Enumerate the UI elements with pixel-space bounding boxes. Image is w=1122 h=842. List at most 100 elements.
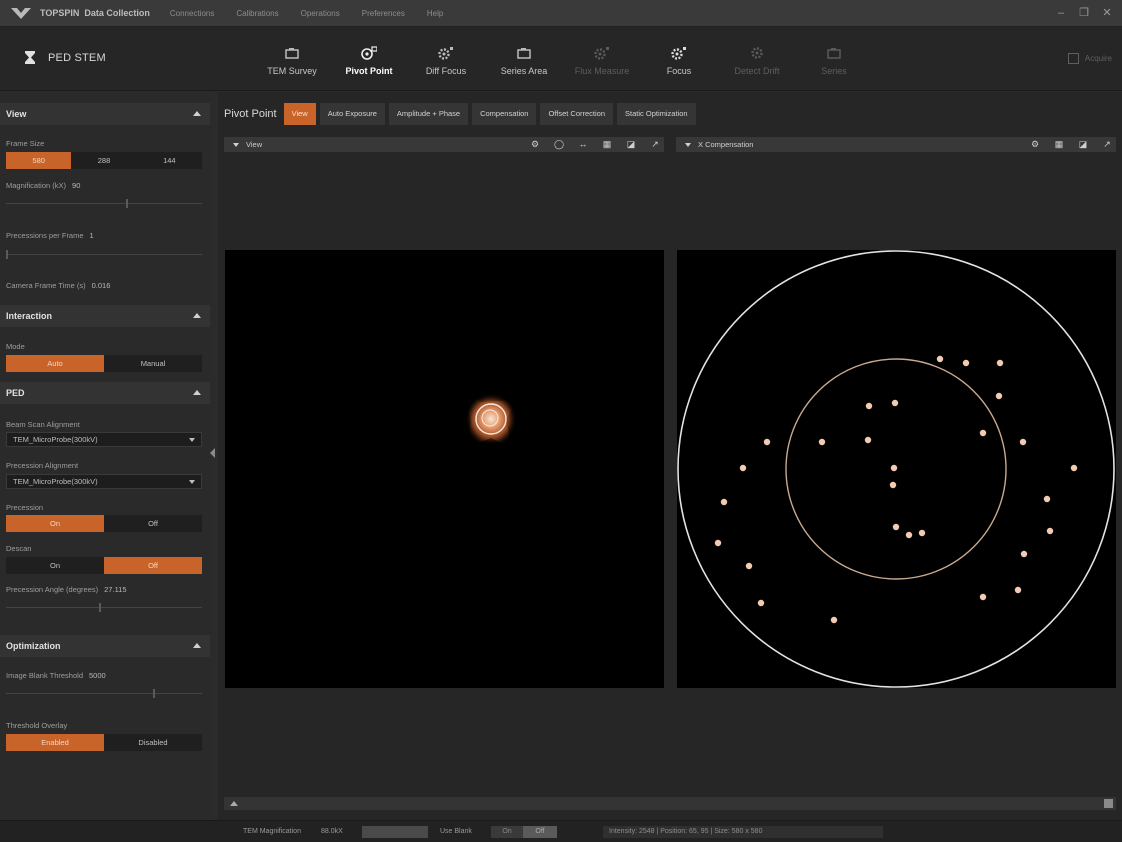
- frame-size-option-580[interactable]: 580: [6, 152, 72, 169]
- chevron-down-icon[interactable]: [233, 142, 239, 147]
- use-blank-on[interactable]: On: [491, 826, 523, 838]
- horizontal-scrollbar[interactable]: [224, 797, 1116, 810]
- use-blank-off[interactable]: Off: [523, 826, 557, 838]
- section-interaction-header[interactable]: Interaction: [0, 305, 210, 327]
- tab-compensation[interactable]: Compensation: [472, 103, 537, 125]
- expand-icon[interactable]: ↗: [650, 139, 660, 149]
- main-area: Pivot Point View Auto Exposure Amplitude…: [218, 92, 1122, 820]
- collapse-caret-icon[interactable]: [193, 390, 201, 395]
- tem-mag-stepper[interactable]: [362, 826, 428, 838]
- compensation-panel-toolbar: ⚙ ▦ ◪ ↗: [1016, 139, 1112, 149]
- magnification-value: 90: [72, 181, 81, 190]
- workflow-step-label: Pivot Point: [345, 66, 393, 76]
- mode-option-manual[interactable]: Manual: [104, 355, 202, 372]
- beam-scan-alignment-select[interactable]: TEM_MicroProbe(300kV): [6, 432, 202, 447]
- export-icon[interactable]: ◪: [626, 139, 636, 149]
- frame-size-option-288[interactable]: 288: [71, 152, 136, 169]
- workflow-header: PED STEM TEM Survey Pivot Point Diff Foc…: [0, 27, 1122, 91]
- tab-amplitude-phase[interactable]: Amplitude + Phase: [388, 103, 469, 125]
- minimize-icon[interactable]: –: [1054, 6, 1068, 20]
- menu-item-operations[interactable]: Operations: [301, 9, 340, 18]
- expand-icon[interactable]: ↗: [1102, 139, 1112, 149]
- slider-handle[interactable]: [99, 603, 102, 612]
- scroll-up-icon[interactable]: [230, 801, 238, 806]
- precession-angle-slider[interactable]: [6, 603, 202, 612]
- pivot-point-tabs: Pivot Point View Auto Exposure Amplitude…: [224, 103, 700, 125]
- diffraction-view-svg: [465, 392, 517, 448]
- threshold-slider[interactable]: [6, 689, 202, 698]
- compensation-point: [905, 531, 913, 539]
- compensation-point: [1070, 464, 1078, 472]
- section-ped-header[interactable]: PED: [0, 382, 210, 404]
- compensation-point: [936, 355, 944, 363]
- gear-icon[interactable]: ⚙: [1030, 139, 1040, 149]
- frame-size-option-144[interactable]: 144: [137, 152, 202, 169]
- descan-label: Descan: [6, 544, 32, 553]
- tab-view[interactable]: View: [283, 103, 316, 125]
- descan-on-option[interactable]: On: [6, 557, 104, 574]
- compensation-point: [818, 438, 826, 446]
- section-view-header[interactable]: View: [0, 103, 210, 125]
- precessions-slider[interactable]: [6, 250, 202, 259]
- grid-icon[interactable]: ▦: [602, 139, 612, 149]
- workflow-step-detect-drift: Detect Drift: [725, 46, 789, 76]
- restore-icon[interactable]: ❐: [1077, 6, 1091, 20]
- overlay-enabled-option[interactable]: Enabled: [6, 734, 104, 751]
- view-panel-header: View ⚙ ◯ ↔ ▦ ◪ ↗: [224, 137, 664, 152]
- workflow-step-diff-focus[interactable]: Diff Focus: [414, 46, 478, 76]
- section-title: PED: [6, 388, 25, 398]
- tab-offset-correction[interactable]: Offset Correction: [540, 103, 614, 125]
- menu-item-connections[interactable]: Connections: [170, 9, 214, 18]
- section-optimization-header[interactable]: Optimization: [0, 635, 210, 657]
- overlay-disabled-option[interactable]: Disabled: [104, 734, 202, 751]
- mode-label: Mode: [6, 342, 25, 351]
- descan-off-option[interactable]: Off: [104, 557, 202, 574]
- mode-option-auto[interactable]: Auto: [6, 355, 104, 372]
- magnification-slider[interactable]: [6, 199, 202, 208]
- menu-item-help[interactable]: Help: [427, 9, 443, 18]
- close-icon[interactable]: ✕: [1100, 6, 1114, 20]
- status-bar: TEM Magnification 88.0kX Use Blank On Of…: [0, 820, 1122, 842]
- collapse-caret-icon[interactable]: [193, 111, 201, 116]
- export-icon[interactable]: ◪: [1078, 139, 1088, 149]
- workflow-step-tem-survey[interactable]: TEM Survey: [260, 46, 324, 76]
- workflow-step-series-area[interactable]: Series Area: [492, 46, 556, 76]
- slider-handle[interactable]: [126, 199, 129, 208]
- menu-item-preferences[interactable]: Preferences: [362, 9, 405, 18]
- chevron-down-icon[interactable]: [685, 142, 691, 147]
- x-compensation-plot[interactable]: [677, 250, 1116, 688]
- tem-mag-value: 88.0kX: [321, 828, 343, 835]
- diffraction-view-image[interactable]: [225, 250, 664, 688]
- slider-handle[interactable]: [6, 250, 8, 259]
- compensation-point: [979, 593, 987, 601]
- app-name: TOPSPIN: [40, 8, 80, 18]
- scroll-end-icon[interactable]: [1104, 799, 1113, 808]
- workflow-step-pivot-point[interactable]: Pivot Point: [337, 46, 401, 76]
- central-beam-spot: [465, 392, 517, 448]
- workflow-step-focus[interactable]: Focus: [647, 46, 711, 76]
- tab-auto-exposure[interactable]: Auto Exposure: [319, 103, 385, 125]
- precession-on-option[interactable]: On: [6, 515, 104, 532]
- collapse-caret-icon[interactable]: [193, 313, 201, 318]
- menu-item-calibrations[interactable]: Calibrations: [236, 9, 278, 18]
- fit-width-icon[interactable]: ↔: [578, 139, 588, 149]
- workflow-step-label: Focus: [666, 66, 692, 76]
- grid-icon[interactable]: ▦: [1054, 139, 1064, 149]
- record-icon[interactable]: ◯: [554, 139, 564, 149]
- precession-off-option[interactable]: Off: [104, 515, 202, 532]
- camera-icon: [285, 48, 299, 59]
- compensation-panel-header: X Compensation ⚙ ▦ ◪ ↗: [676, 137, 1116, 152]
- collapse-caret-icon[interactable]: [193, 643, 201, 648]
- section-title: View: [6, 109, 27, 119]
- precession-toggle: On Off: [6, 515, 202, 532]
- slider-handle[interactable]: [153, 689, 156, 698]
- camera-frame-label-text: Camera Frame Time (s): [6, 281, 86, 290]
- workflow-step-label: TEM Survey: [267, 66, 317, 76]
- gear-icon[interactable]: ⚙: [530, 139, 540, 149]
- compensation-point: [1020, 550, 1028, 558]
- compensation-point: [864, 436, 872, 444]
- precession-alignment-select[interactable]: TEM_MicroProbe(300kV): [6, 474, 202, 489]
- use-blank-label: Use Blank: [440, 828, 472, 835]
- tab-static-optimization[interactable]: Static Optimization: [617, 103, 696, 125]
- sidebar-collapse-icon[interactable]: [210, 448, 215, 458]
